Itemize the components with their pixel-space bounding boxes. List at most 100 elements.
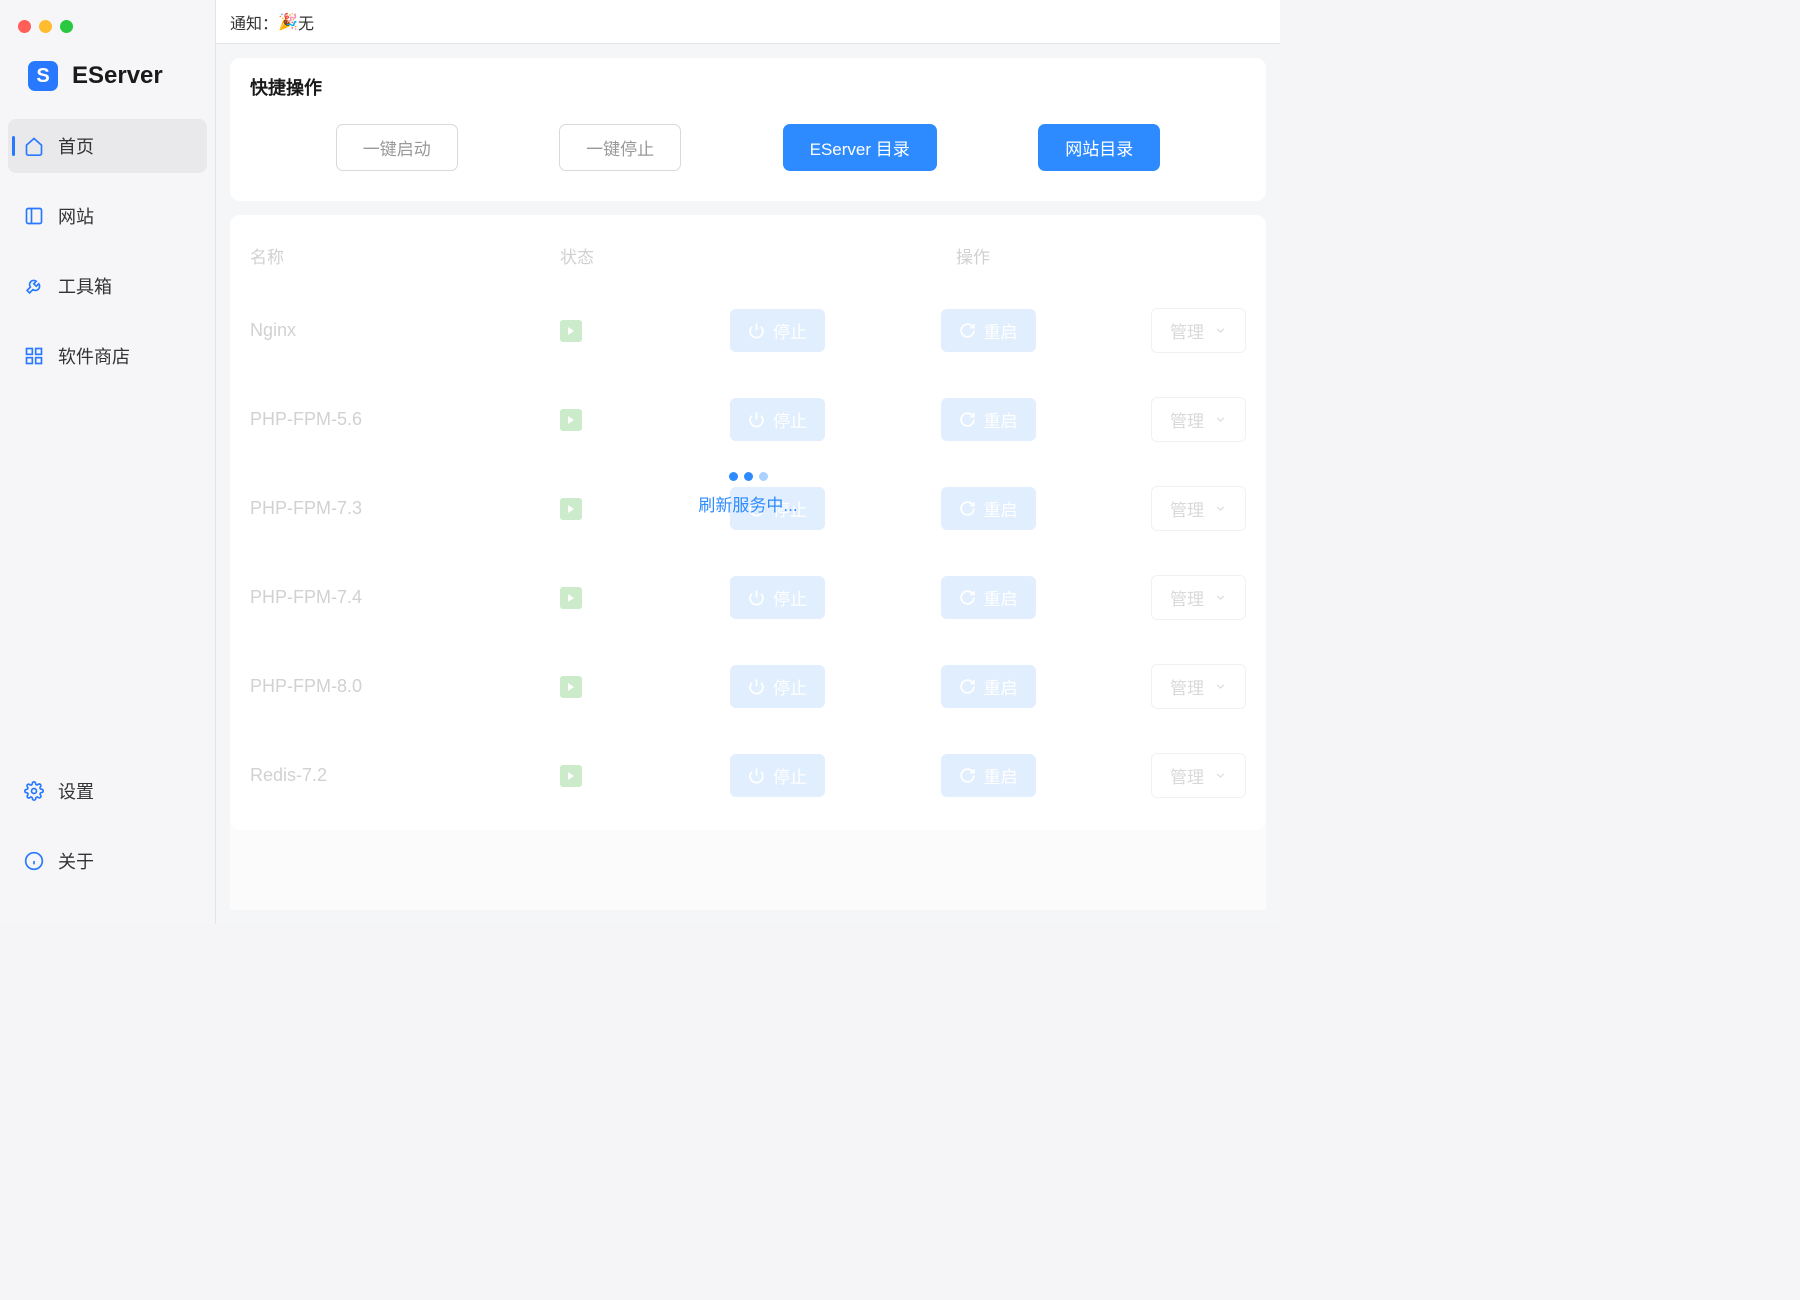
status-cell (560, 498, 700, 520)
maximize-window-button[interactable] (60, 20, 73, 33)
sidebar-item-home[interactable]: 首页 (8, 119, 207, 173)
table-row: PHP-FPM-5.6 停止 重启 管理 (250, 375, 1246, 464)
running-status-icon (560, 320, 582, 342)
manage-dropdown[interactable]: 管理 (1151, 486, 1246, 531)
status-cell (560, 676, 700, 698)
manage-dropdown[interactable]: 管理 (1151, 664, 1246, 709)
power-icon (748, 322, 765, 339)
sidebar-item-label: 首页 (58, 133, 94, 159)
topbar: 通知： 🎉 无 (216, 0, 1280, 44)
party-icon: 🎉 (278, 12, 298, 32)
quick-actions-title: 快捷操作 (250, 74, 1246, 100)
service-name: Nginx (250, 320, 560, 341)
stop-button[interactable]: 停止 (730, 754, 825, 797)
table-row: Nginx 停止 重启 管理 (250, 286, 1246, 375)
manage-dropdown[interactable]: 管理 (1151, 575, 1246, 620)
start-all-button[interactable]: 一键启动 (336, 124, 458, 171)
chevron-down-icon (1214, 324, 1227, 337)
sidebar: S EServer 首页 网站 工具箱 (0, 0, 216, 924)
chevron-down-icon (1214, 769, 1227, 782)
window-controls (0, 10, 215, 33)
app-logo-icon: S (28, 61, 58, 91)
power-icon (748, 411, 765, 428)
manage-dropdown[interactable]: 管理 (1151, 753, 1246, 798)
toolbox-icon (24, 276, 44, 296)
table-header: 名称 状态 操作 (250, 225, 1246, 286)
table-row: PHP-FPM-8.0 停止 重启 管理 (250, 642, 1246, 731)
power-icon (748, 500, 765, 517)
restart-icon (959, 411, 976, 428)
about-icon (24, 851, 44, 871)
service-name: PHP-FPM-8.0 (250, 676, 560, 697)
chevron-down-icon (1214, 413, 1227, 426)
sidebar-item-toolbox[interactable]: 工具箱 (8, 259, 207, 313)
restart-button[interactable]: 重启 (941, 754, 1036, 797)
power-icon (748, 678, 765, 695)
sites-icon (24, 206, 44, 226)
running-status-icon (560, 409, 582, 431)
restart-icon (959, 500, 976, 517)
sidebar-item-about[interactable]: 关于 (8, 834, 207, 888)
restart-icon (959, 767, 976, 784)
running-status-icon (560, 587, 582, 609)
chevron-down-icon (1214, 502, 1227, 515)
sidebar-item-sites[interactable]: 网站 (8, 189, 207, 243)
table-row: PHP-FPM-7.4 停止 重启 管理 (250, 553, 1246, 642)
service-name: PHP-FPM-7.3 (250, 498, 560, 519)
restart-button[interactable]: 重启 (941, 309, 1036, 352)
site-dir-button[interactable]: 网站目录 (1038, 124, 1160, 171)
running-status-icon (560, 676, 582, 698)
running-status-icon (560, 498, 582, 520)
stop-button[interactable]: 停止 (730, 665, 825, 708)
sidebar-item-store[interactable]: 软件商店 (8, 329, 207, 383)
header-name: 名称 (250, 243, 560, 268)
manage-dropdown[interactable]: 管理 (1151, 397, 1246, 442)
manage-dropdown[interactable]: 管理 (1151, 308, 1246, 353)
stop-button[interactable]: 停止 (730, 576, 825, 619)
power-icon (748, 589, 765, 606)
home-icon (24, 136, 44, 156)
quick-actions-card: 快捷操作 一键启动 一键停止 EServer 目录 网站目录 (230, 58, 1266, 201)
stop-button[interactable]: 停止 (730, 309, 825, 352)
running-status-icon (560, 765, 582, 787)
stop-button[interactable]: 停止 (730, 398, 825, 441)
sidebar-item-label: 工具箱 (58, 273, 112, 299)
restart-button[interactable]: 重启 (941, 665, 1036, 708)
header-actions: 操作 (700, 243, 1246, 268)
restart-icon (959, 322, 976, 339)
restart-button[interactable]: 重启 (941, 576, 1036, 619)
restart-icon (959, 678, 976, 695)
header-status: 状态 (560, 243, 700, 268)
store-icon (24, 346, 44, 366)
eserver-dir-button[interactable]: EServer 目录 (783, 124, 937, 171)
app-logo: S EServer (0, 33, 215, 119)
status-cell (560, 409, 700, 431)
stop-all-button[interactable]: 一键停止 (559, 124, 681, 171)
service-name: PHP-FPM-7.4 (250, 587, 560, 608)
main-content: 通知： 🎉 无 快捷操作 一键启动 一键停止 EServer 目录 网站目录 名… (216, 0, 1280, 924)
restart-icon (959, 589, 976, 606)
settings-icon (24, 781, 44, 801)
service-name: PHP-FPM-5.6 (250, 409, 560, 430)
restart-button[interactable]: 重启 (941, 398, 1036, 441)
restart-button[interactable]: 重启 (941, 487, 1036, 530)
close-window-button[interactable] (18, 20, 31, 33)
notice-label: 通知： (230, 10, 278, 34)
sidebar-item-label: 网站 (58, 203, 94, 229)
service-name: Redis-7.2 (250, 765, 560, 786)
chevron-down-icon (1214, 591, 1227, 604)
minimize-window-button[interactable] (39, 20, 52, 33)
table-row: PHP-FPM-7.3 停止 重启 管理 (250, 464, 1246, 553)
table-row: Redis-7.2 停止 重启 管理 (250, 731, 1246, 820)
sidebar-item-label: 关于 (58, 848, 94, 874)
services-table: 名称 状态 操作 Nginx 停止 重启 管理 (230, 215, 1266, 830)
power-icon (748, 767, 765, 784)
status-cell (560, 587, 700, 609)
sidebar-item-label: 设置 (58, 778, 94, 804)
stop-button[interactable]: 停止 (730, 487, 825, 530)
notice-text: 无 (298, 10, 314, 34)
status-cell (560, 320, 700, 342)
app-title: EServer (72, 62, 163, 90)
sidebar-item-settings[interactable]: 设置 (8, 764, 207, 818)
chevron-down-icon (1214, 680, 1227, 693)
